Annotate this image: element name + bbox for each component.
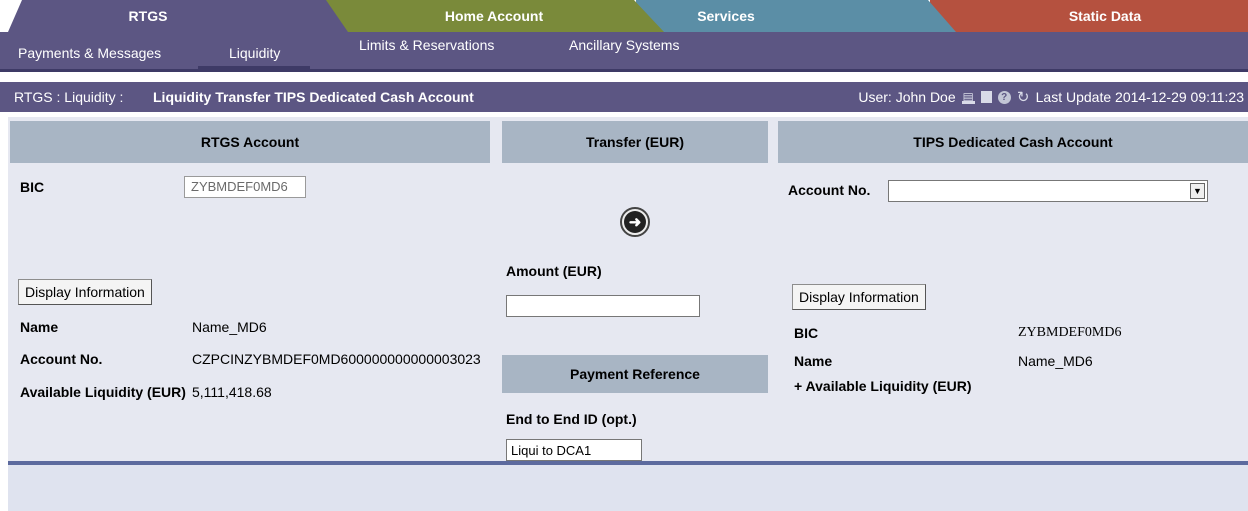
submenu-payments-messages[interactable]: Payments & Messages: [18, 45, 161, 61]
submenu-active-indicator: [198, 66, 310, 72]
submenu-ancillary-systems[interactable]: Ancillary Systems: [569, 37, 679, 53]
help-icon[interactable]: ?: [997, 90, 1011, 104]
rtgs-liquidity-value: 5,111,418.68: [192, 384, 272, 400]
tab-home-account[interactable]: Home Account: [324, 0, 664, 32]
breadcrumb: RTGS : Liquidity : Liquidity Transfer TI…: [0, 82, 1248, 112]
tips-bic-value: ZYBMDEF0MD6: [1018, 325, 1122, 340]
bottom-strip: [8, 465, 1248, 511]
end-to-end-id-label: End to End ID (opt.): [506, 411, 637, 427]
document-icon[interactable]: [980, 91, 992, 103]
tips-liquidity-toggle[interactable]: + Available Liquidity (EUR): [794, 378, 972, 394]
rtgs-account-no-label: Account No.: [20, 351, 103, 367]
tips-bic-label: BIC: [794, 325, 819, 341]
tips-account-no-label: Account No.: [788, 182, 871, 198]
user-label: User: John Doe: [858, 89, 956, 105]
tab-services-label: Services: [697, 8, 755, 24]
end-to-end-id-input[interactable]: [506, 439, 642, 461]
tips-account-header: TIPS Dedicated Cash Account: [778, 121, 1248, 163]
tab-static-data[interactable]: Static Data: [930, 0, 1248, 32]
refresh-icon[interactable]: ↻: [1017, 90, 1030, 105]
main-content: RTGS Account BIC ZYBMDEF0MD6 Display Inf…: [8, 117, 1248, 461]
submenu-limits-reservations[interactable]: Limits & Reservations: [359, 37, 494, 53]
tab-services[interactable]: Services: [636, 0, 956, 32]
rtgs-account-panel: RTGS Account BIC ZYBMDEF0MD6 Display Inf…: [10, 121, 490, 461]
payment-reference-header: Payment Reference: [502, 355, 768, 393]
transfer-panel: Transfer (EUR) ➜ Amount (EUR) Payment Re…: [502, 121, 768, 461]
last-update-label: Last Update 2014-12-29 09:11:23: [1035, 89, 1244, 105]
tab-static-data-label: Static Data: [1068, 8, 1142, 24]
rtgs-liquidity-label: Available Liquidity (EUR): [20, 384, 186, 400]
rtgs-bic-label: BIC: [20, 179, 45, 195]
tips-name-label: Name: [794, 353, 833, 369]
chevron-down-icon[interactable]: ▼: [1190, 183, 1205, 199]
arrow-right-icon: ➜: [624, 211, 646, 233]
main-tab-bar: RTGS Home Account Services Static Data: [0, 0, 1248, 32]
rtgs-display-information-button[interactable]: Display Information: [18, 279, 152, 305]
tips-name-value: Name_MD6: [1018, 353, 1093, 369]
tips-account-panel: TIPS Dedicated Cash Account Account No. …: [778, 121, 1248, 461]
tips-account-no-select[interactable]: ▼: [888, 180, 1208, 202]
transfer-header: Transfer (EUR): [502, 121, 768, 163]
tips-display-information-button[interactable]: Display Information: [792, 284, 926, 310]
rtgs-account-header: RTGS Account: [10, 121, 490, 163]
amount-input[interactable]: [506, 295, 700, 317]
tab-rtgs-label: RTGS: [128, 8, 168, 24]
rtgs-bic-field: ZYBMDEF0MD6: [184, 176, 306, 198]
amount-label: Amount (EUR): [506, 263, 602, 279]
submenu-liquidity[interactable]: Liquidity: [229, 45, 280, 61]
tab-home-account-label: Home Account: [444, 8, 544, 24]
breadcrumb-section: RTGS : Liquidity :: [14, 89, 124, 105]
rtgs-account-no-value: CZPCINZYBMDEF0MD600000000000003023: [192, 351, 481, 367]
tab-rtgs[interactable]: RTGS: [8, 0, 348, 32]
submenu-bar: Payments & Messages Liquidity Limits & R…: [0, 32, 1248, 72]
page-title: Liquidity Transfer TIPS Dedicated Cash A…: [153, 89, 474, 105]
transfer-arrow-button[interactable]: ➜: [620, 207, 650, 237]
header-status: User: John Doe ▤ ? ↻ Last Update 2014-12…: [858, 89, 1244, 105]
rtgs-name-value: Name_MD6: [192, 319, 267, 335]
print-icon[interactable]: ▤: [961, 90, 975, 104]
submenu-divider: [0, 69, 1248, 72]
rtgs-name-label: Name: [20, 319, 59, 335]
